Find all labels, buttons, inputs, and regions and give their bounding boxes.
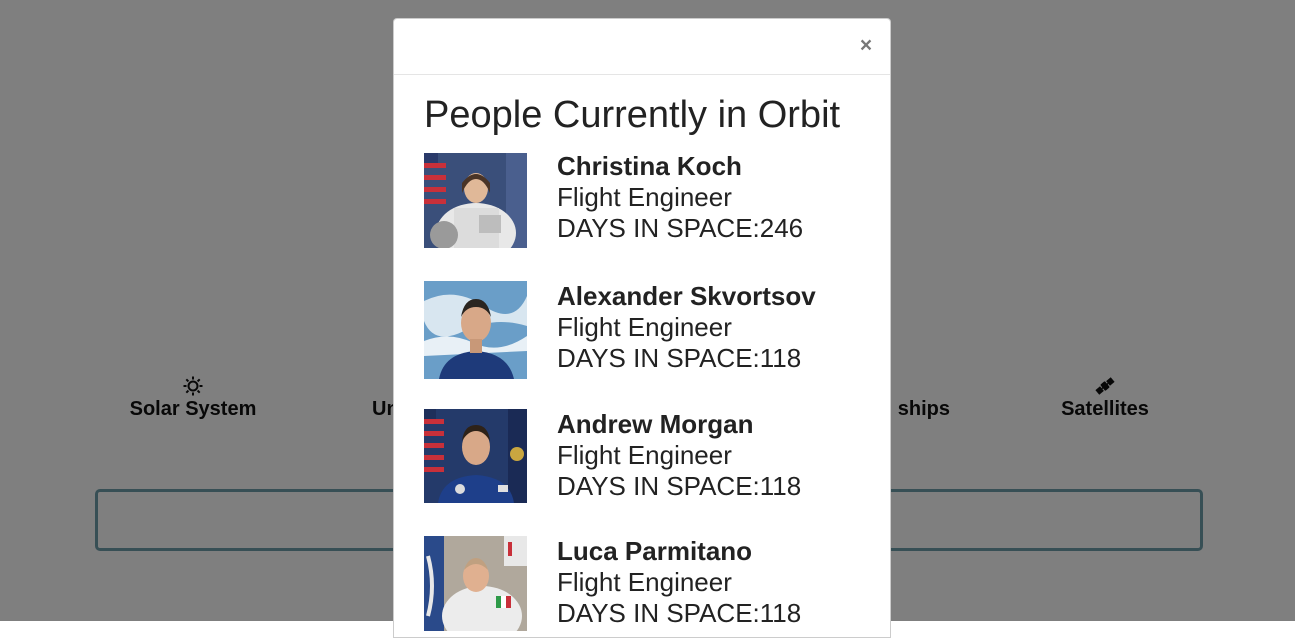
astronaut-photo [424, 409, 527, 503]
person-name: Andrew Morgan [557, 409, 754, 439]
person-role: Flight Engineer [557, 182, 732, 212]
modal-header: × [394, 19, 890, 75]
person-item: Andrew Morgan Flight Engineer DAYS IN SP… [424, 409, 860, 536]
person-name: Luca Parmitano [557, 536, 753, 566]
person-role: Flight Engineer [557, 567, 732, 597]
modal-body: People Currently in Orbit Christina Koch… [394, 75, 890, 637]
person-role: Flight Engineer [557, 440, 732, 470]
modal-title: People Currently in Orbit [424, 94, 841, 136]
person-item: Alexander Skvortsov Flight Engineer DAYS… [424, 281, 860, 409]
person-days: DAYS IN SPACE:118 [557, 598, 802, 628]
person-item: Christina Koch Flight Engineer DAYS IN S… [424, 151, 860, 281]
person-info: Andrew Morgan Flight Engineer DAYS IN SP… [557, 409, 801, 502]
person-item: Luca Parmitano Flight Engineer DAYS IN S… [424, 536, 860, 637]
person-days: DAYS IN SPACE:118 [557, 471, 802, 501]
person-name: Alexander Skvortsov [557, 281, 816, 311]
person-info: Luca Parmitano Flight Engineer DAYS IN S… [557, 536, 801, 629]
person-name: Christina Koch [557, 151, 742, 181]
person-info: Christina Koch Flight Engineer DAYS IN S… [557, 151, 803, 244]
astronaut-photo [424, 536, 527, 631]
astronaut-photo [424, 153, 527, 248]
person-info: Alexander Skvortsov Flight Engineer DAYS… [557, 281, 816, 374]
astronaut-photo [424, 281, 527, 379]
close-button[interactable]: × [856, 33, 876, 59]
people-in-orbit-modal: × People Currently in Orbit Christina Ko… [393, 18, 891, 638]
person-days: DAYS IN SPACE:246 [557, 213, 804, 243]
person-role: Flight Engineer [557, 312, 732, 342]
person-days: DAYS IN SPACE:118 [557, 343, 802, 373]
